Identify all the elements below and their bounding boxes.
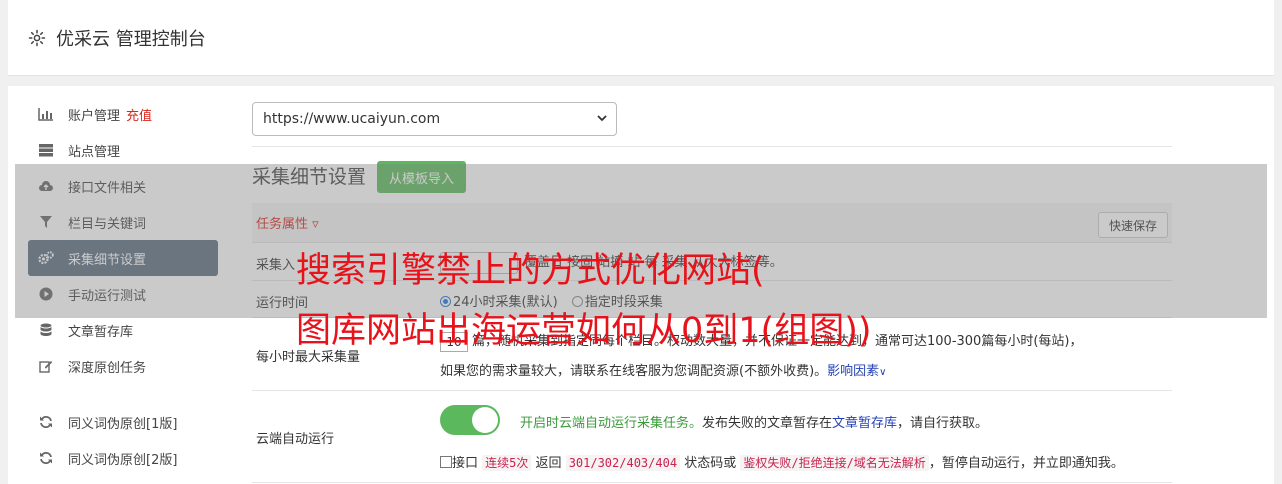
code-errors: 鉴权失败/拒绝连接/域名无法解析 [740, 455, 929, 471]
cloud-auto-run-toggle[interactable] [440, 405, 500, 435]
cloud-desc-text: 发布失败的文章暂存在 [702, 416, 833, 431]
scrollbar[interactable] [1274, 0, 1282, 484]
chevron-down-icon [597, 115, 607, 122]
sidebar-item-label: 同义词伪原创[2版] [68, 452, 178, 468]
overlay-title-line2: 图库网站出海运营如何从0到1(组图)) [296, 311, 872, 351]
watermark-overlay [15, 164, 1267, 318]
overlay-title-line1: 搜索引擎禁止的方式优化网站( [296, 251, 765, 291]
api-tail: ，暂停自动运行，并立即通知我。 [928, 456, 1124, 471]
sidebar-item-label: 文章暂存库 [68, 324, 134, 340]
max-per-hour-line2: 如果您的需求量较大，请联系在线客服为您调配资源(不额外收费)。影响因素∨ [440, 360, 887, 379]
refresh-icon [38, 414, 54, 430]
server-icon [38, 142, 54, 158]
gear-icon [28, 29, 46, 46]
api-mid-2: 状态码或 [684, 456, 737, 471]
edit-icon [38, 358, 54, 374]
sidebar-item-label: 同义词伪原创[1版] [68, 416, 178, 432]
toggle-knob [472, 407, 498, 433]
article-storage-link[interactable]: 文章暂存库 [832, 416, 897, 431]
sidebar-item-deep-original[interactable]: 深度原创任务 [28, 348, 218, 384]
app-header: 优采云 管理控制台 [8, 0, 1281, 76]
api-pause-checkbox[interactable] [440, 456, 452, 468]
site-select[interactable]: https://www.ucaiyun.com [252, 102, 617, 136]
sidebar-item-account[interactable]: 账户管理 充值 [28, 96, 218, 132]
factors-link[interactable]: 影响因素 [827, 364, 879, 379]
bar-chart-icon [38, 106, 54, 122]
app-title: 优采云 管理控制台 [56, 28, 206, 50]
sidebar-item-synonym-v2[interactable]: 同义词伪原创[2版] [28, 440, 218, 476]
table-row: 云端自动运行 开启时云端自动运行采集任务。发布失败的文章暂存在文章暂存库，请自行… [252, 391, 1172, 483]
cloud-auto-run-label: 云端自动运行 [256, 432, 335, 447]
site-select-value: https://www.ucaiyun.com [263, 111, 441, 127]
code-status: 301/302/403/404 [565, 455, 681, 471]
database-icon [38, 322, 54, 338]
cloud-auto-run-status: 开启时云端自动运行采集任务。 [520, 416, 703, 431]
sidebar-item-label: 站点管理 [68, 144, 121, 160]
code-consecutive: 连续5次 [482, 455, 532, 471]
refresh-icon [38, 450, 54, 466]
api-prefix: 接口 [452, 456, 479, 471]
divider [252, 146, 1172, 147]
sidebar-item-label: 账户管理 [68, 108, 121, 124]
chevron-down-icon: ∨ [879, 367, 887, 378]
api-pause-option: 接口 连续5次 返回 301/302/403/404 状态码或 鉴权失败/拒绝连… [440, 452, 1124, 471]
contact-desc: 如果您的需求量较大，请联系在线客服为您调配资源(不额外收费)。 [440, 364, 828, 379]
sidebar-item-synonym-v1[interactable]: 同义词伪原创[1版] [28, 404, 218, 440]
sidebar-item-sites[interactable]: 站点管理 [28, 132, 218, 168]
sidebar-item-label: 深度原创任务 [68, 360, 147, 376]
cloud-auto-run-desc: 开启时云端自动运行采集任务。发布失败的文章暂存在文章暂存库，请自行获取。 [520, 412, 988, 431]
recharge-link[interactable]: 充值 [126, 105, 152, 124]
cloud-tail-text: ，请自行获取。 [897, 416, 989, 431]
api-mid-1: 返回 [535, 456, 562, 471]
